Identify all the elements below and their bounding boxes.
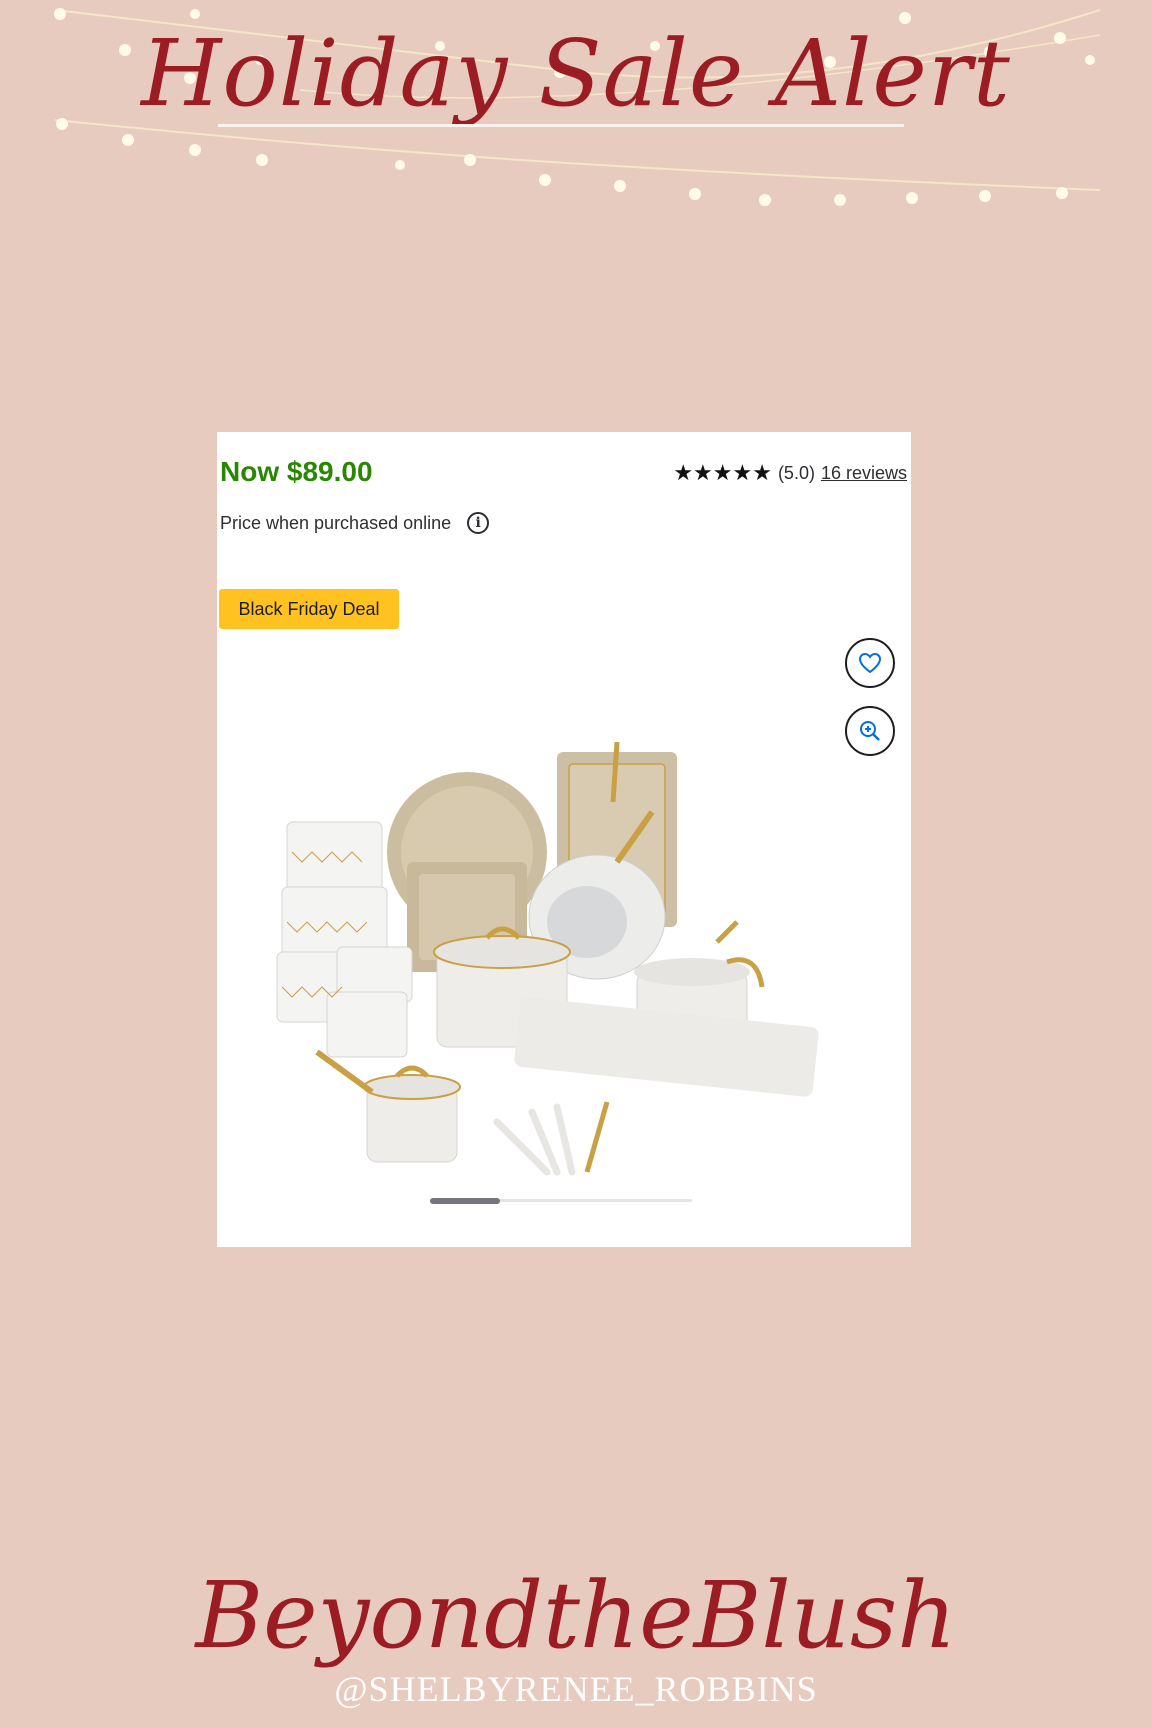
social-handle: @SHELBYRENEE_ROBBINS bbox=[334, 1669, 818, 1709]
carousel-active-thumb[interactable] bbox=[430, 1198, 500, 1204]
star-rating-icon: ★★★★★ bbox=[673, 460, 772, 485]
current-price: Now $89.00 bbox=[220, 456, 373, 487]
price-note-text: Price when purchased online bbox=[220, 512, 452, 533]
zoom-in-icon bbox=[860, 721, 880, 741]
cookware-set-image[interactable] bbox=[257, 742, 837, 1202]
rating-value: (5.0) bbox=[777, 462, 815, 483]
info-icon[interactable]: i bbox=[467, 512, 490, 534]
rating-summary: ★★★★★ (5.0) 16 reviews bbox=[673, 460, 907, 486]
reviews-link[interactable]: 16 reviews bbox=[821, 463, 907, 484]
title-underline bbox=[218, 124, 904, 127]
sale-alert-title: Holiday Sale Alert bbox=[141, 20, 1011, 127]
product-screenshot-card: Now $89.00 ★★★★★ (5.0) 16 reviews Price … bbox=[217, 432, 911, 1247]
brand-signature: BeyondtheBlush bbox=[195, 1562, 957, 1669]
black-friday-badge: Black Friday Deal bbox=[219, 589, 399, 629]
price-note: Price when purchased online i bbox=[220, 512, 490, 534]
zoom-image-button[interactable] bbox=[845, 706, 895, 756]
image-carousel-indicator[interactable] bbox=[430, 1198, 692, 1204]
heart-icon bbox=[858, 652, 882, 674]
add-to-favorites-button[interactable] bbox=[845, 638, 895, 688]
